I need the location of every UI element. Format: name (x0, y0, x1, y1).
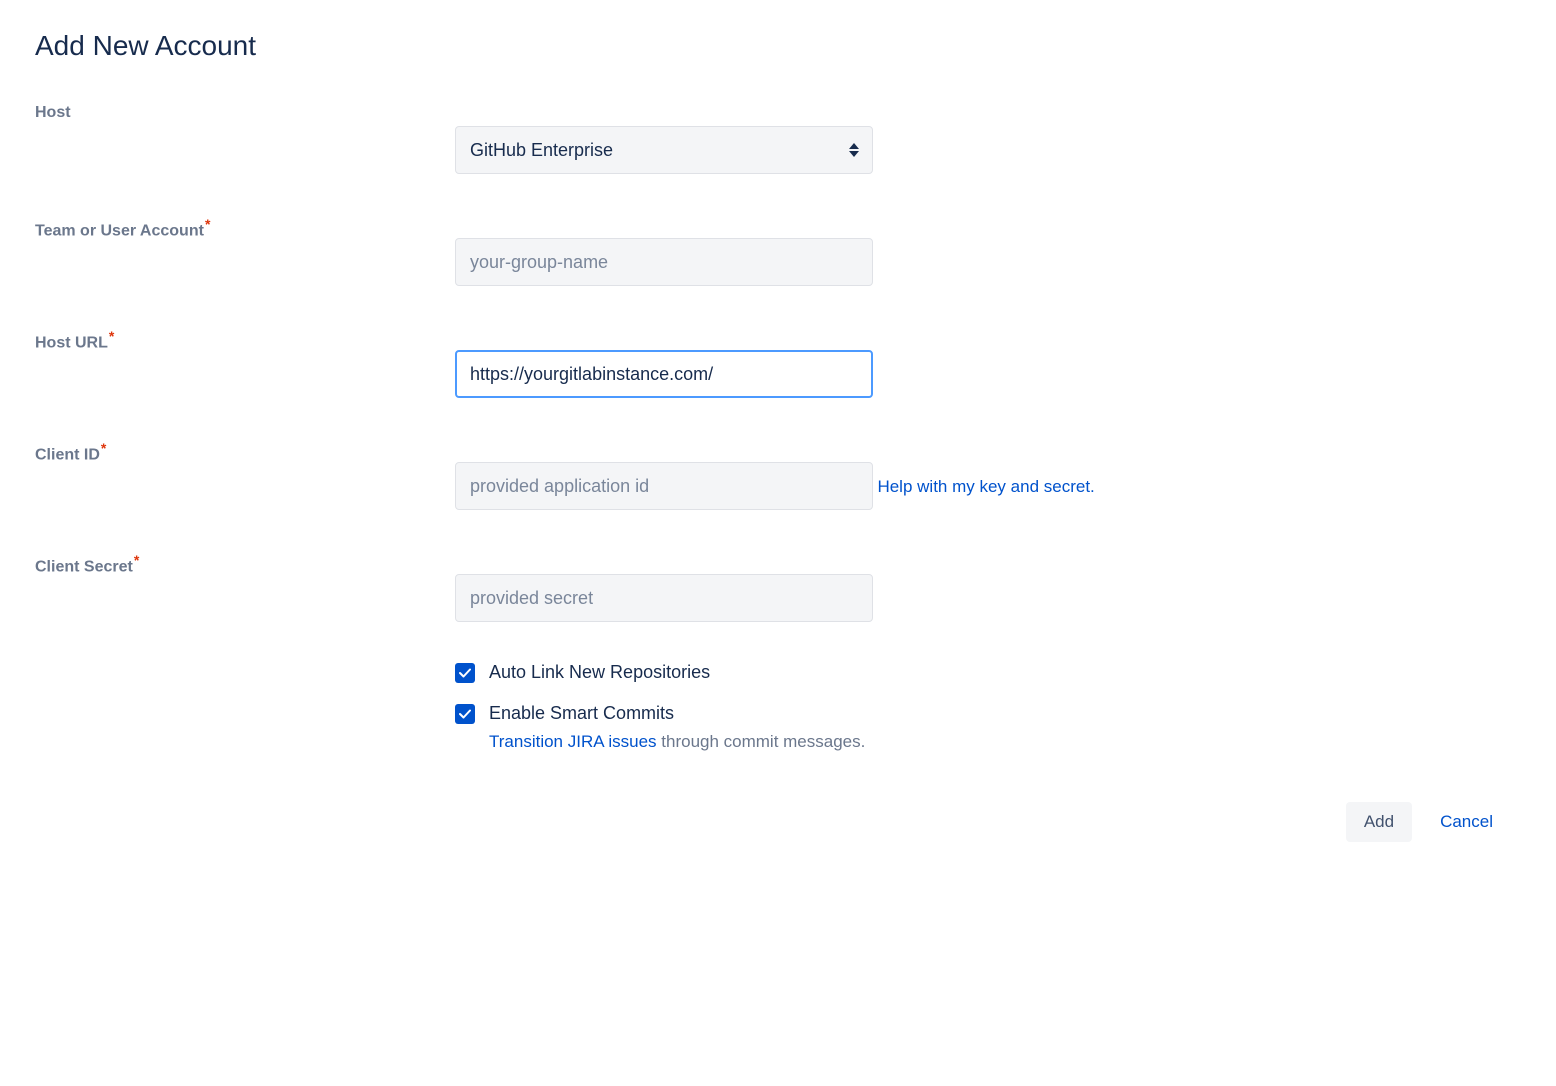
transition-jira-link[interactable]: Transition JIRA issues (489, 732, 657, 751)
client-id-label-text: Client ID (35, 446, 100, 463)
required-star-icon: * (205, 216, 210, 232)
host-url-label: Host URL* (35, 326, 455, 352)
client-id-input[interactable] (455, 462, 873, 510)
page-title: Add New Account (35, 30, 1521, 62)
check-icon (459, 668, 471, 678)
client-secret-label-text: Client Secret (35, 558, 133, 575)
host-label: Host (35, 102, 455, 122)
required-star-icon: * (109, 328, 114, 344)
host-label-text: Host (35, 104, 71, 121)
client-id-label: Client ID* (35, 438, 455, 464)
team-user-label: Team or User Account* (35, 214, 455, 240)
required-star-icon: * (134, 552, 139, 568)
client-secret-label: Client Secret* (35, 550, 455, 576)
client-secret-input[interactable] (455, 574, 873, 622)
team-user-row: Team or User Account* (35, 214, 1521, 286)
client-id-row: Client ID* Help with my key and secret. (35, 438, 1521, 510)
check-icon (459, 709, 471, 719)
help-key-secret-link[interactable]: Help with my key and secret. (877, 477, 1094, 497)
auto-link-checkbox[interactable] (455, 663, 475, 683)
smart-commits-help: Transition JIRA issues through commit me… (489, 732, 865, 752)
host-url-label-text: Host URL (35, 334, 108, 351)
host-select-wrapper: GitHub Enterprise (455, 126, 873, 174)
cancel-button[interactable]: Cancel (1432, 802, 1501, 842)
host-select[interactable]: GitHub Enterprise (455, 126, 873, 174)
add-button[interactable]: Add (1346, 802, 1412, 842)
team-user-input[interactable] (455, 238, 873, 286)
form-actions: Add Cancel (35, 802, 1521, 842)
checkbox-row-container: Auto Link New Repositories Enable Smart … (35, 662, 1521, 752)
smart-commits-label: Enable Smart Commits (489, 703, 674, 724)
smart-commits-checkbox-row: Enable Smart Commits (455, 703, 865, 724)
host-url-row: Host URL* (35, 326, 1521, 398)
smart-commits-checkbox[interactable] (455, 704, 475, 724)
auto-link-checkbox-row: Auto Link New Repositories (455, 662, 865, 683)
auto-link-label: Auto Link New Repositories (489, 662, 710, 683)
team-user-label-text: Team or User Account (35, 222, 204, 239)
smart-commits-help-rest: through commit messages. (657, 732, 866, 751)
host-row: Host GitHub Enterprise (35, 102, 1521, 174)
client-secret-row: Client Secret* (35, 550, 1521, 622)
host-url-input[interactable] (455, 350, 873, 398)
required-star-icon: * (101, 440, 106, 456)
empty-label (35, 662, 455, 664)
